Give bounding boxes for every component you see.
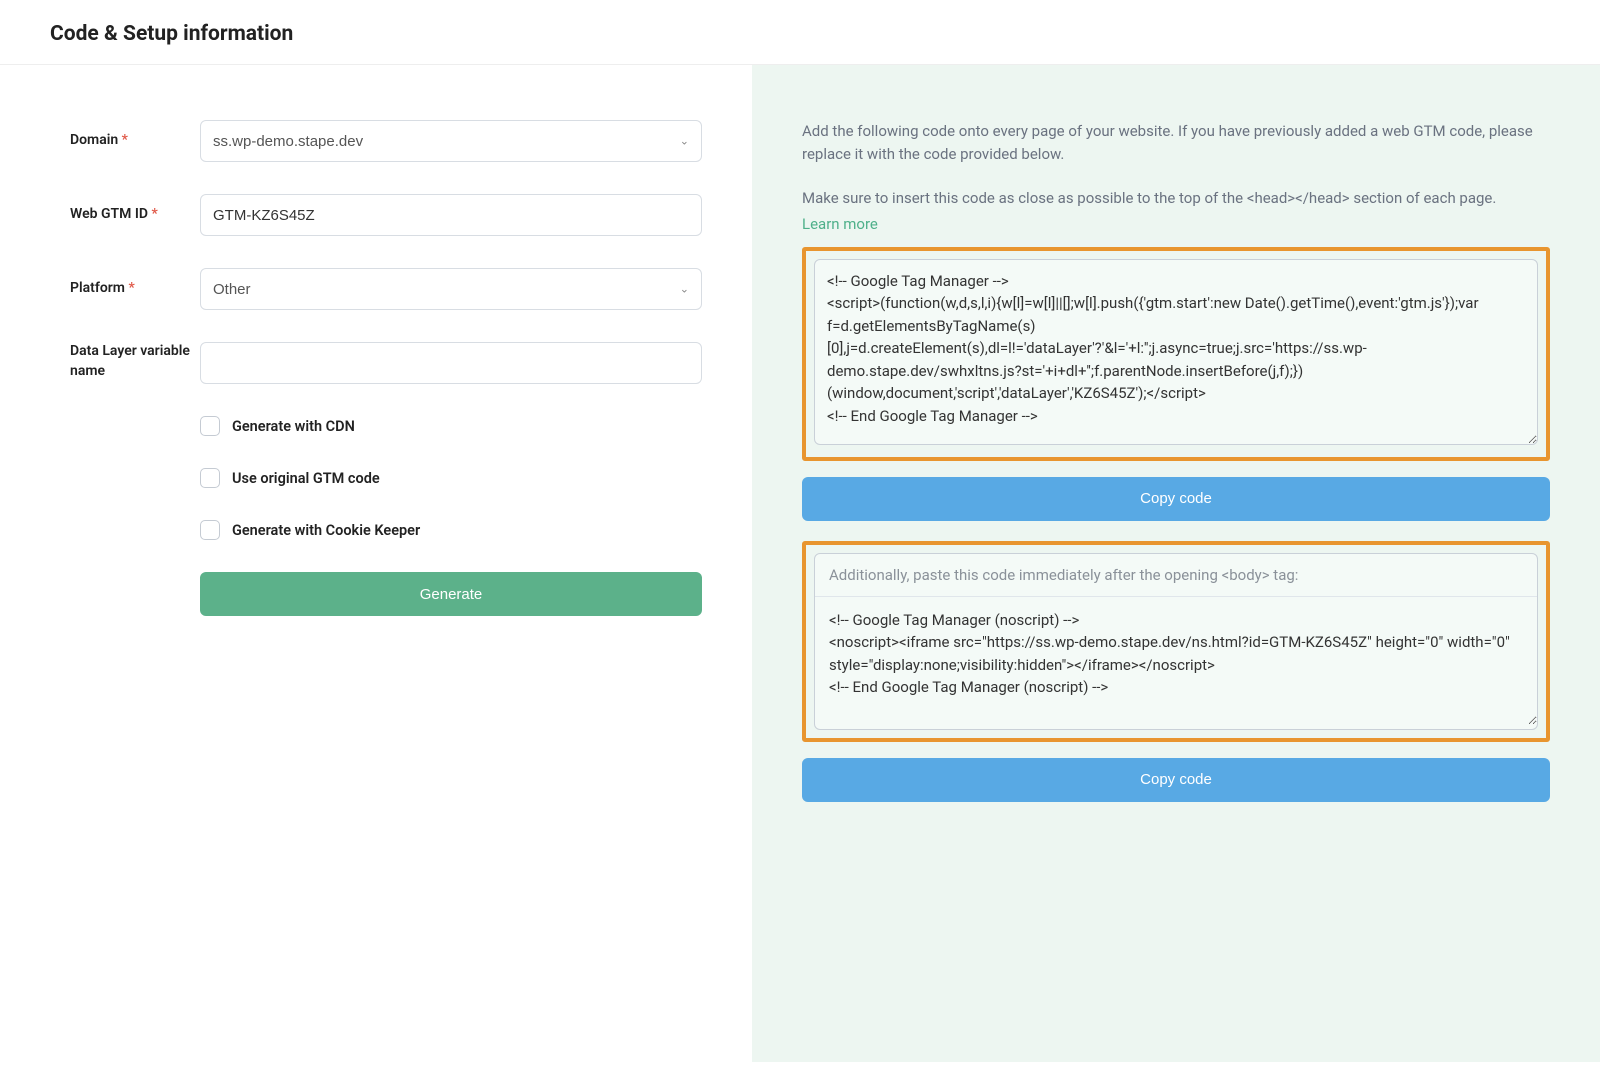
platform-row: Platform * Other ⌄ [70,268,702,310]
gtm-id-row: Web GTM ID * [70,194,702,236]
body-code-hint: Additionally, paste this code immediatel… [815,554,1537,597]
original-gtm-checkbox[interactable] [200,468,220,488]
body-code-container: Additionally, paste this code immediatel… [814,553,1538,730]
instruction-1: Add the following code onto every page o… [802,120,1550,167]
copy-head-code-button[interactable]: Copy code [802,477,1550,521]
body-code-highlight: Additionally, paste this code immediatel… [802,541,1550,742]
domain-row: Domain * ss.wp-demo.stape.dev ⌄ [70,120,702,162]
head-code-textarea[interactable] [814,259,1538,445]
content-area: Domain * ss.wp-demo.stape.dev ⌄ Web GTM … [0,65,1600,1062]
platform-select-wrap: Other ⌄ [200,268,702,310]
form-panel: Domain * ss.wp-demo.stape.dev ⌄ Web GTM … [0,65,752,1062]
head-code-highlight [802,247,1550,461]
datalayer-row: Data Layer variable name [70,342,702,384]
datalayer-input[interactable] [200,342,702,384]
domain-select[interactable]: ss.wp-demo.stape.dev [200,120,702,162]
body-code-textarea[interactable] [815,597,1537,725]
platform-label: Platform * [70,279,200,299]
domain-select-wrap: ss.wp-demo.stape.dev ⌄ [200,120,702,162]
page-title: Code & Setup information [50,22,1550,46]
code-panel: Add the following code onto every page o… [752,65,1600,1062]
page-header: Code & Setup information [0,0,1600,65]
cookie-keeper-checkbox-row: Generate with Cookie Keeper [200,520,702,540]
cdn-checkbox[interactable] [200,416,220,436]
required-marker: * [122,132,128,148]
gtm-id-input[interactable] [200,194,702,236]
generate-button[interactable]: Generate [200,572,702,616]
gtm-id-label: Web GTM ID * [70,205,200,225]
copy-body-code-button[interactable]: Copy code [802,758,1550,802]
original-gtm-checkbox-row: Use original GTM code [200,468,702,488]
datalayer-label: Data Layer variable name [70,342,200,381]
learn-more-link[interactable]: Learn more [802,215,878,233]
instruction-2: Make sure to insert this code as close a… [802,187,1550,210]
platform-select[interactable]: Other [200,268,702,310]
required-marker: * [151,206,157,222]
cdn-checkbox-row: Generate with CDN [200,416,702,436]
original-gtm-checkbox-label: Use original GTM code [232,470,380,487]
cdn-checkbox-label: Generate with CDN [232,418,355,435]
cookie-keeper-checkbox[interactable] [200,520,220,540]
cookie-keeper-checkbox-label: Generate with Cookie Keeper [232,522,420,539]
domain-label: Domain * [70,131,200,151]
required-marker: * [128,280,134,296]
